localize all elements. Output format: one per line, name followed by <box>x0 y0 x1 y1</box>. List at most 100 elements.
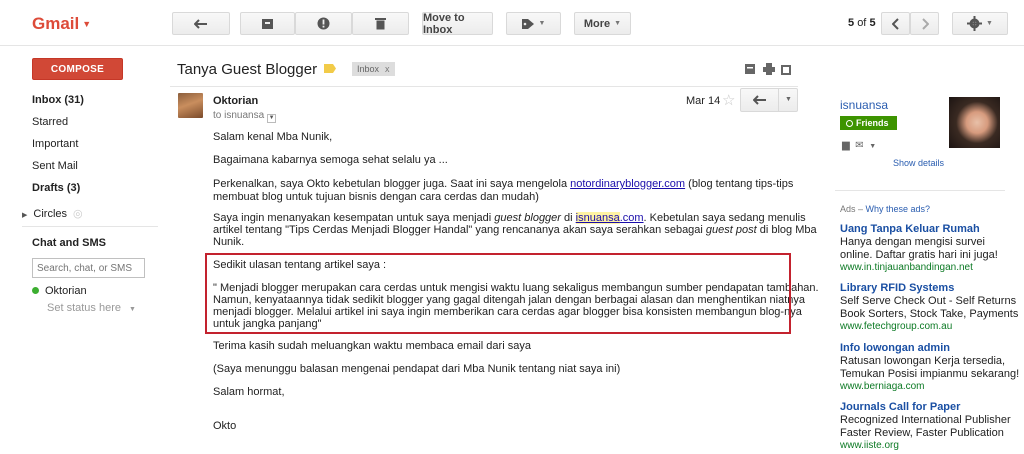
show-details-link[interactable]: Show details <box>893 158 944 168</box>
ads-header: Ads – Why these ads? <box>840 204 931 214</box>
ad-item[interactable]: Info lowongan admin Ratusan lowongan Ker… <box>840 341 1020 393</box>
message-date: Mar 14 <box>686 95 721 107</box>
expand-all-icon[interactable] <box>744 63 756 75</box>
ad-description: Hanya dengan mengisi survei <box>840 236 985 248</box>
star-icon[interactable]: ☆ <box>722 91 735 109</box>
thread-subject: Tanya Guest Blogger <box>177 61 318 78</box>
presence-self[interactable]: Oktorian <box>32 285 87 297</box>
spam-icon <box>317 17 330 30</box>
ad-description: Book Sorters, Stock Take, Payments <box>840 308 1019 320</box>
ad-url[interactable]: www.iiste.org <box>840 440 1020 452</box>
details-dropdown-icon[interactable]: ▼ <box>267 114 277 123</box>
recipient-line[interactable]: to isnuansa ▼ <box>213 110 277 123</box>
chat-search-input[interactable] <box>32 258 145 278</box>
body-paragraph: Okto <box>213 420 237 432</box>
ad-title[interactable]: Journals Call for Paper <box>840 400 1020 414</box>
ad-description: online. Daftar gratis hari ini juga! <box>840 249 998 261</box>
ad-description: Faster Review, Faster Publication <box>840 427 1004 439</box>
newer-button[interactable] <box>881 12 910 35</box>
blog-link[interactable]: notordinaryblogger.com <box>570 178 685 190</box>
message-count: 5 of 5 <box>848 17 876 29</box>
more-button[interactable]: More ▼ <box>574 12 631 35</box>
older-button[interactable] <box>910 12 939 35</box>
ad-url[interactable]: www.berniaga.com <box>840 381 1020 393</box>
friends-badge[interactable]: Friends <box>840 116 897 130</box>
divider <box>170 86 798 87</box>
why-these-ads-link[interactable]: Why these ads? <box>866 204 931 214</box>
chevron-down-icon[interactable]: ▼ <box>869 143 876 150</box>
archive-button[interactable] <box>240 12 295 35</box>
ad-description: Temukan Posisi impianmu sekarang! <box>840 368 1020 380</box>
sender-name[interactable]: Oktorian <box>213 95 258 107</box>
contact-name[interactable]: isnuansa <box>840 98 888 112</box>
sidebar-nav: Inbox (31) Starred Important Sent Mail D… <box>32 92 158 202</box>
body-paragraph: Terima kasih sudah meluangkan waktu memb… <box>213 340 531 352</box>
sidebar-item-starred[interactable]: Starred <box>32 114 158 136</box>
inbox-label-chip[interactable]: Inbox x <box>352 62 395 76</box>
sidebar-item-important[interactable]: Important <box>32 136 158 158</box>
gear-icon <box>967 16 983 31</box>
ad-title[interactable]: Library RFID Systems <box>840 281 1020 295</box>
divider <box>835 190 1005 191</box>
isnuansa-link[interactable]: isnuansa.com <box>575 212 644 224</box>
move-to-inbox-button[interactable]: Move to Inbox <box>422 12 493 36</box>
body-paragraph: artikel tentang "Tips Cerdas Menjadi Blo… <box>213 224 817 236</box>
tag-icon <box>521 18 534 29</box>
new-window-icon[interactable] <box>781 63 793 75</box>
compose-button[interactable]: COMPOSE <box>32 58 123 80</box>
reply-button[interactable]: ▼ <box>740 88 798 112</box>
label-tag-icon[interactable] <box>324 64 336 73</box>
trash-icon <box>375 18 386 30</box>
ad-item[interactable]: Uang Tanpa Keluar Rumah Hanya dengan men… <box>840 222 1020 274</box>
online-status-icon <box>32 287 39 294</box>
contact-actions: ▆ ✉ ▼ <box>842 140 876 151</box>
chevron-down-icon[interactable]: ▼ <box>785 96 792 103</box>
body-paragraph: Bagaimana kabarnya semoga sehat selalu y… <box>213 154 448 166</box>
chevron-down-icon: ▼ <box>129 306 136 313</box>
reply-icon <box>753 95 766 105</box>
mail-icon[interactable]: ✉ <box>855 140 863 151</box>
ad-url[interactable]: www.fetechgroup.com.au <box>840 321 1020 333</box>
contact-avatar[interactable] <box>949 97 1000 148</box>
highlight-box <box>205 253 791 334</box>
chevron-down-icon: ▼ <box>614 20 622 27</box>
chat-icon[interactable]: ▆ <box>842 140 850 151</box>
body-paragraph: Salam hormat, <box>213 386 285 398</box>
report-spam-button[interactable] <box>295 12 352 35</box>
sidebar-item-inbox[interactable]: Inbox (31) <box>32 92 158 114</box>
circle-icon <box>846 120 853 127</box>
body-paragraph: Salam kenal Mba Nunik, <box>213 131 333 143</box>
sidebar-item-circles[interactable]: ▶ Circles ◎ <box>22 207 83 220</box>
remove-label-icon[interactable]: x <box>385 64 390 74</box>
sidebar-item-drafts[interactable]: Drafts (3) <box>32 180 158 202</box>
ad-title[interactable]: Info lowongan admin <box>840 341 1020 355</box>
print-icon[interactable] <box>763 63 775 75</box>
circles-icon: ◎ <box>73 208 83 220</box>
sender-avatar[interactable] <box>178 93 203 118</box>
ad-url[interactable]: www.in.tinjauanbandingan.net <box>840 262 1020 274</box>
body-paragraph: Nunik. <box>213 236 245 248</box>
chat-title: Chat and SMS <box>32 237 106 249</box>
body-paragraph: Perkenalkan, saya Okto kebetulan blogger… <box>213 178 794 190</box>
back-button[interactable] <box>172 12 230 35</box>
sidebar-item-sent-mail[interactable]: Sent Mail <box>32 158 158 180</box>
chevron-right-icon <box>921 17 929 30</box>
gmail-logo[interactable]: Gmail ▼ <box>32 14 91 34</box>
delete-button[interactable] <box>352 12 409 35</box>
ad-item[interactable]: Journals Call for Paper Recognized Inter… <box>840 400 1020 452</box>
ad-description: Self Serve Check Out - Self Returns <box>840 295 1017 307</box>
archive-icon <box>262 18 273 29</box>
labels-button[interactable]: ▼ <box>506 12 561 35</box>
chevron-down-icon: ▼ <box>538 20 546 27</box>
ad-title[interactable]: Uang Tanpa Keluar Rumah <box>840 222 1020 236</box>
chevron-down-icon: ▼ <box>82 19 92 29</box>
ad-item[interactable]: Library RFID Systems Self Serve Check Ou… <box>840 281 1020 333</box>
triangle-right-icon: ▶ <box>22 212 28 219</box>
ad-description: Ratusan lowongan Kerja tersedia, <box>840 355 1006 367</box>
top-toolbar: Gmail ▼ Move to Inbox ▼ More ▼ 5 of 5 ▼ <box>0 0 1024 46</box>
status-input[interactable]: Set status here ▼ <box>47 302 136 314</box>
ad-description: Recognized International Publisher <box>840 414 1011 426</box>
settings-button[interactable]: ▼ <box>952 12 1008 35</box>
divider <box>22 226 158 227</box>
body-paragraph: (Saya menunggu balasan mengenai pendapat… <box>213 363 621 375</box>
